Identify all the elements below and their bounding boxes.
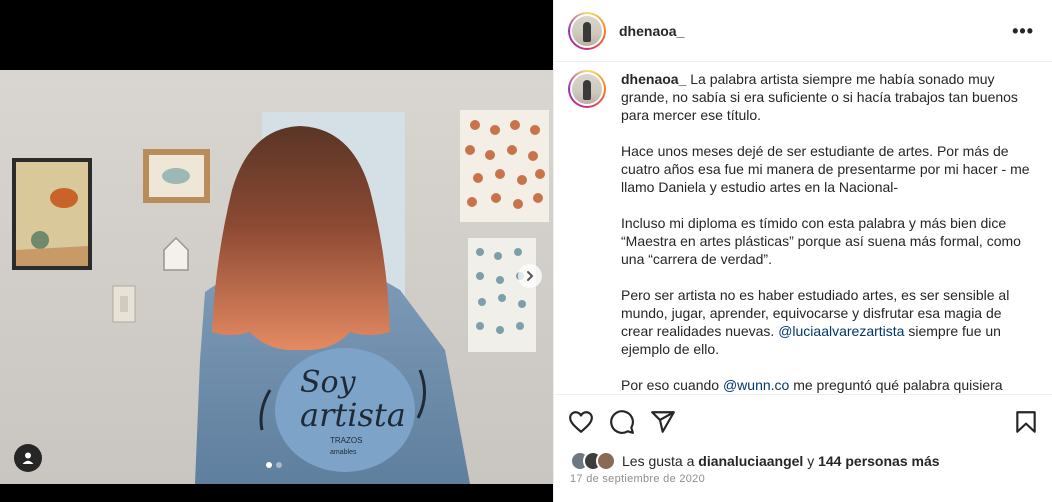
comment-icon[interactable] (609, 409, 635, 435)
caption-paragraph-3: Incluso mi diploma es tímido con esta pa… (621, 215, 1021, 267)
bookmark-icon[interactable] (1013, 409, 1039, 435)
user-tag-icon (22, 452, 34, 464)
jacket-text-soy: Soy (300, 365, 357, 400)
likes-count-link[interactable]: 144 personas más (818, 453, 939, 469)
post-side-panel: dhenaoa_ ••• dhenaoa_ La palabra artista… (553, 0, 1052, 502)
carousel-next-button[interactable] (518, 264, 542, 288)
painting-fish (12, 158, 92, 270)
caption-paragraph-2: Hace unos meses dejé de ser estudiante d… (621, 143, 1030, 195)
avatar[interactable] (568, 11, 606, 50)
post-media[interactable]: Soy artista TRAZOS amables (0, 0, 553, 502)
print-bottom-right (468, 238, 536, 352)
likes-prefix: Les gusta a (622, 453, 695, 469)
liker-avatar (596, 451, 616, 471)
liker-username-link[interactable]: dianaluciaangel (698, 453, 803, 469)
caption-username-link[interactable]: dhenaoa_ (621, 71, 686, 87)
action-bar: Les gusta a dianaluciaangel y 144 person… (554, 394, 1052, 502)
jacket-text-amables: amables (330, 449, 357, 456)
jacket-text-artista: artista (300, 396, 406, 434)
share-icon[interactable] (650, 409, 676, 435)
jacket-text-trazos: TRAZOS (330, 436, 362, 445)
painting-small (143, 149, 210, 203)
carousel-dot-2 (276, 462, 282, 468)
liker-avatars (570, 451, 616, 471)
heart-icon[interactable] (568, 409, 594, 435)
username-link[interactable]: dhenaoa_ (619, 23, 684, 39)
chevron-right-icon (527, 271, 534, 281)
carousel-dots (266, 462, 282, 468)
mention-link-lucia[interactable]: @luciaalvarezartista (778, 323, 904, 339)
post-date[interactable]: 17 de septiembre de 2020 (570, 473, 705, 485)
caption-paragraph-5-end: me preguntó qué palabra quisiera (793, 377, 1003, 393)
post-photo: Soy artista TRAZOS amables (0, 70, 553, 484)
user-tag-button[interactable] (14, 444, 42, 472)
likes-connector: y (807, 453, 815, 469)
post-header: dhenaoa_ ••• (554, 0, 1052, 62)
likes-summary[interactable]: Les gusta a dianaluciaangel y 144 person… (570, 451, 940, 471)
mention-link-wunn[interactable]: @wunn.co (723, 377, 789, 393)
caption-text: dhenaoa_ La palabra artista siempre me h… (621, 70, 1036, 394)
print-top-right (460, 110, 549, 222)
more-icon[interactable]: ••• (1012, 22, 1034, 40)
caption-area: dhenaoa_ La palabra artista siempre me h… (554, 62, 1052, 394)
caption-avatar[interactable] (568, 70, 606, 108)
carousel-dot-1 (266, 462, 272, 468)
caption-paragraph-5: Por eso cuando (621, 377, 720, 393)
